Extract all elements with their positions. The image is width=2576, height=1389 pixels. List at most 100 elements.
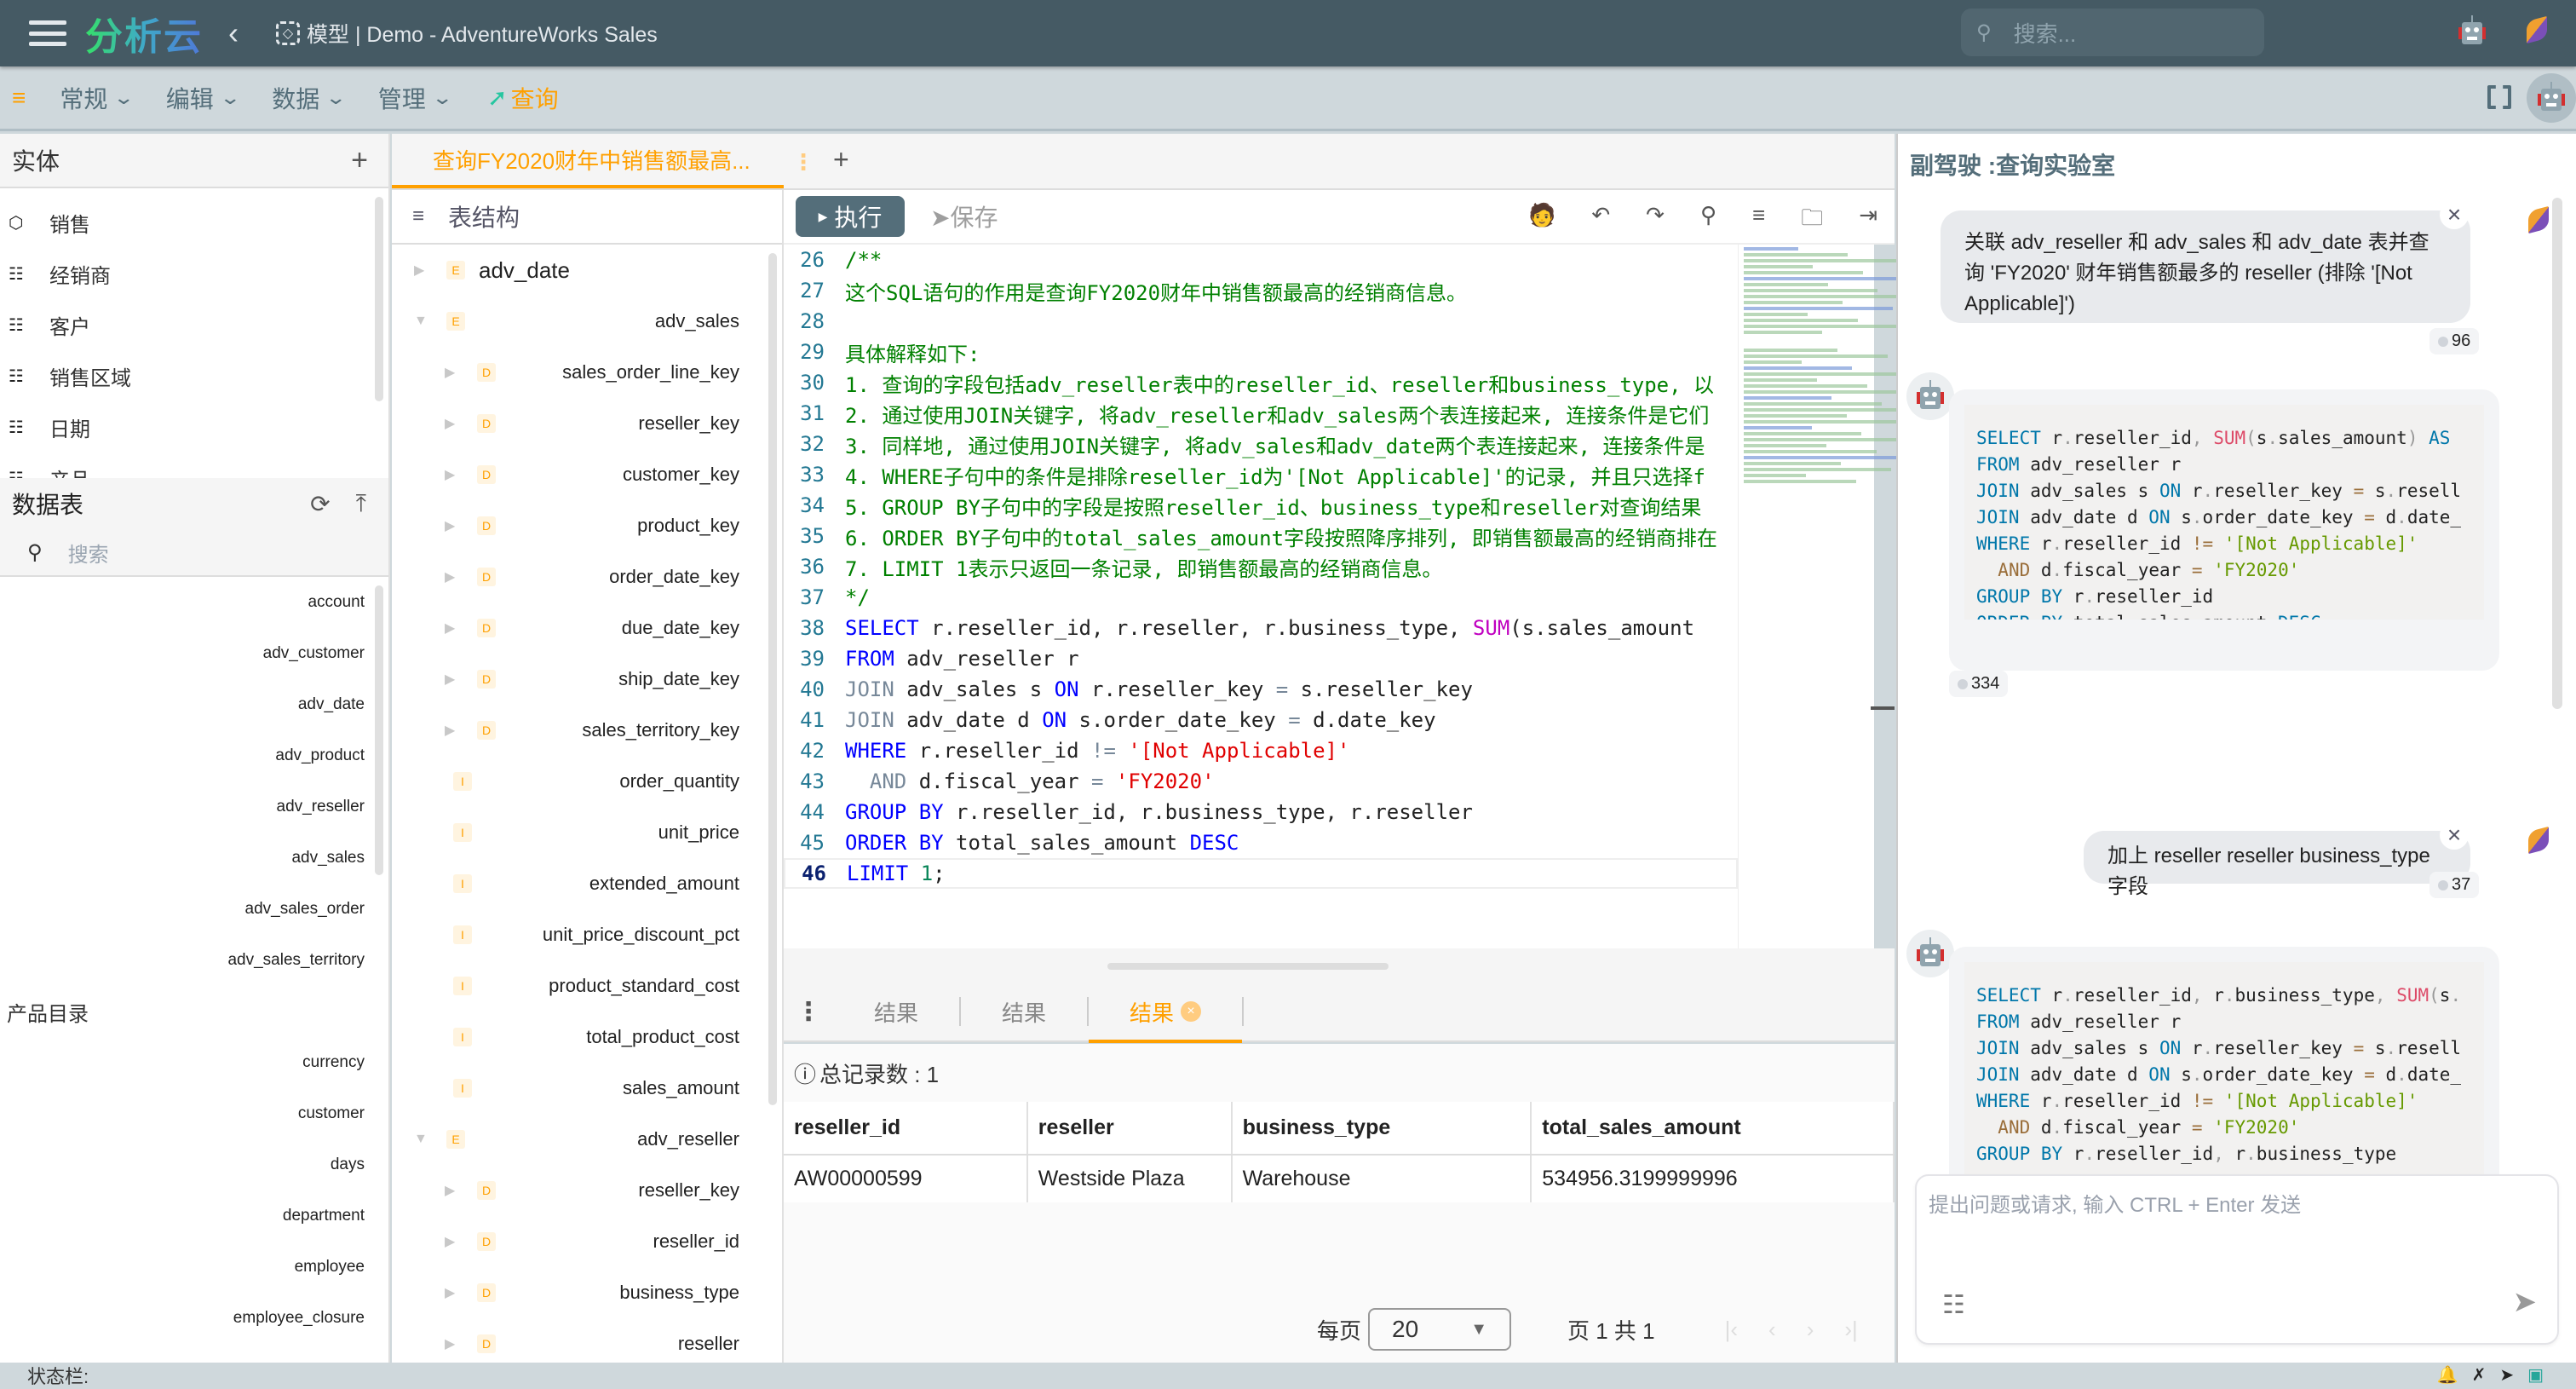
ai-person-icon[interactable]: 🧑 [1528, 202, 1555, 239]
entity-item[interactable]: ☷ 客户 [0, 299, 388, 350]
collapse-caret-icon[interactable]: ▶ [445, 722, 455, 739]
delete-message-icon[interactable]: × [2440, 200, 2469, 229]
table-item[interactable]: customer [0, 1088, 388, 1139]
hamburger-menu-icon[interactable] [29, 20, 66, 46]
global-search-input[interactable]: ⚲ 搜索... [1961, 9, 2264, 56]
tree-node[interactable]: ▶ Dproduct_key [392, 500, 782, 551]
save-button[interactable]: ➤保存 [930, 199, 998, 233]
table-list-scrollbar[interactable] [375, 585, 383, 875]
entity-item[interactable]: ☷ 产品 [0, 452, 388, 479]
back-chevron-icon[interactable]: ‹ [228, 15, 239, 51]
table-item[interactable]: adv_date [0, 679, 388, 730]
menu-edit[interactable]: 编辑 ⌄ [166, 81, 241, 115]
table-row[interactable]: AW00000599 Westside Plaza Warehouse 534956.… [784, 1155, 1895, 1202]
table-item[interactable]: days [0, 1139, 388, 1190]
indent-icon[interactable]: ⇥ [1859, 202, 1877, 239]
direction-icon[interactable]: ➤ [2499, 1364, 2514, 1386]
notifications-off-icon[interactable]: ✗ [2472, 1364, 2487, 1386]
tree-node[interactable]: Iunit_price [392, 807, 782, 858]
code-minimap[interactable] [1738, 245, 1932, 948]
collapse-caret-icon[interactable]: ▶ [445, 517, 455, 534]
tree-node[interactable]: ▶ Dcustomer_key [392, 449, 782, 500]
tree-node[interactable]: Isales_amount [392, 1063, 782, 1114]
collapse-caret-icon[interactable]: ▶ [445, 415, 455, 432]
table-item[interactable]: department [0, 1190, 388, 1242]
tree-node[interactable]: ▼ Eadv_sales [392, 296, 782, 347]
table-item[interactable]: adv_customer [0, 628, 388, 679]
column-header[interactable]: reseller [1026, 1102, 1233, 1156]
table-item[interactable]: adv_sales_territory [0, 935, 388, 986]
chat-input[interactable]: 提出问题或请求, 输入 CTRL + Enter 发送 ☷ ➤ [1915, 1174, 2559, 1345]
execute-button[interactable]: ▶ 执行 [796, 196, 905, 237]
chat-scrollbar[interactable] [2552, 198, 2562, 709]
tab-result-1[interactable]: 结果 [833, 997, 962, 1026]
table-item[interactable]: employee [0, 1242, 388, 1293]
menu-query[interactable]: ➚ 查询 [487, 81, 558, 115]
tree-node[interactable]: Iorder_quantity [392, 756, 782, 807]
column-header[interactable]: business_type [1231, 1102, 1532, 1156]
tree-node[interactable]: ▶ Dreseller_id [392, 1216, 782, 1267]
tab-more-icon[interactable]: ⋮ [792, 149, 814, 176]
tree-node[interactable]: Iextended_amount [392, 858, 782, 909]
entity-item[interactable]: ⬡ 销售 [0, 197, 388, 248]
horizontal-scrollbar[interactable] [1107, 962, 1389, 970]
more-icon[interactable]: ⋮ [784, 997, 833, 1027]
avatar[interactable] [2527, 73, 2576, 123]
collapse-caret-icon[interactable]: ▶ [445, 1182, 455, 1199]
tab-result-3[interactable]: 结果 × [1089, 997, 1245, 1043]
table-item[interactable]: adv_reseller [0, 781, 388, 833]
menu-manage[interactable]: 管理 ⌄ [378, 81, 453, 115]
collapse-caret-icon[interactable]: ▶ [445, 364, 455, 381]
first-page-icon[interactable]: |‹ [1725, 1317, 1738, 1343]
close-tab-icon[interactable]: × [1181, 1001, 1202, 1022]
tree-node[interactable]: ▶ Dsales_territory_key [392, 705, 782, 756]
table-item[interactable]: employee_closure [0, 1293, 388, 1344]
send-icon[interactable]: ➤ [2513, 1285, 2538, 1319]
collapse-caret-icon[interactable]: ▶ [445, 1233, 455, 1250]
search-icon[interactable]: ⚲ [1700, 202, 1716, 239]
entity-item[interactable]: ☷ 经销商 [0, 248, 388, 299]
tree-node[interactable]: ▶ Dorder_date_key [392, 551, 782, 602]
refresh-icon[interactable]: ⟳ [310, 490, 330, 518]
tree-node[interactable]: Iproduct_standard_cost [392, 960, 782, 1011]
tab-query[interactable]: 查询FY2020财年中销售额最高... [392, 134, 784, 188]
alarm-icon[interactable]: 🔔 [2437, 1364, 2458, 1386]
add-entity-button[interactable]: + [351, 144, 368, 177]
brand-flag-icon[interactable] [2527, 15, 2547, 44]
folder-icon[interactable]: 🗀 [1801, 202, 1823, 239]
expand-caret-icon[interactable]: ▼ [414, 314, 428, 329]
collapse-list-icon[interactable]: ≡ [412, 205, 424, 228]
last-page-icon[interactable]: ›| [1844, 1317, 1857, 1343]
delete-message-icon[interactable]: × [2440, 821, 2469, 850]
table-item[interactable]: currency [0, 1037, 388, 1088]
menu-data[interactable]: 数据 ⌄ [272, 81, 347, 115]
tree-node[interactable]: ▶ Dreseller [392, 1318, 782, 1361]
entity-item[interactable]: ☷ 销售区域 [0, 350, 388, 401]
collapse-caret-icon[interactable]: ▶ [445, 620, 455, 637]
settings-sliders-icon[interactable]: ☷ [1942, 1290, 1965, 1320]
table-search-input[interactable]: ⚲ 搜索 [0, 529, 388, 577]
tree-node[interactable]: ▶ Dreseller_key [392, 398, 782, 449]
table-item[interactable]: adv_product [0, 730, 388, 781]
chip-icon[interactable]: ▣ [2527, 1364, 2544, 1386]
tab-result-2[interactable]: 结果 [961, 997, 1090, 1026]
minimap-slider[interactable] [1871, 706, 1895, 710]
tree-node[interactable]: ▶ Dbusiness_type [392, 1267, 782, 1318]
tree-node[interactable]: ▼ Eadv_reseller [392, 1114, 782, 1165]
upload-icon[interactable]: ⤒ [356, 490, 366, 518]
menu-general[interactable]: 常规 ⌄ [60, 81, 135, 115]
list-menu-icon[interactable]: ≡ [12, 84, 26, 112]
tree-node[interactable]: ▶ Dsales_order_line_key [392, 347, 782, 398]
collapse-caret-icon[interactable]: ▶ [445, 568, 455, 585]
entity-item[interactable]: ☷ 日期 [0, 401, 388, 452]
tree-node[interactable]: ▶ Eadv_date [392, 245, 782, 296]
column-header[interactable]: total_sales_amount [1531, 1102, 1895, 1156]
table-item[interactable]: account [0, 577, 388, 628]
collapse-caret-icon[interactable]: ▶ [445, 671, 455, 688]
fullscreen-icon[interactable] [2487, 85, 2511, 109]
undo-icon[interactable]: ↶ [1591, 202, 1610, 239]
sql-editor[interactable]: 26 /** 27 这个SQL语句的作用是查询FY2020财年中销售额最高的经销商信息… [784, 245, 1738, 948]
column-header[interactable]: reseller_id [784, 1102, 1028, 1156]
collapse-caret-icon[interactable]: ▶ [414, 262, 424, 279]
per-page-select[interactable]: 20 ▼ [1368, 1308, 1512, 1351]
